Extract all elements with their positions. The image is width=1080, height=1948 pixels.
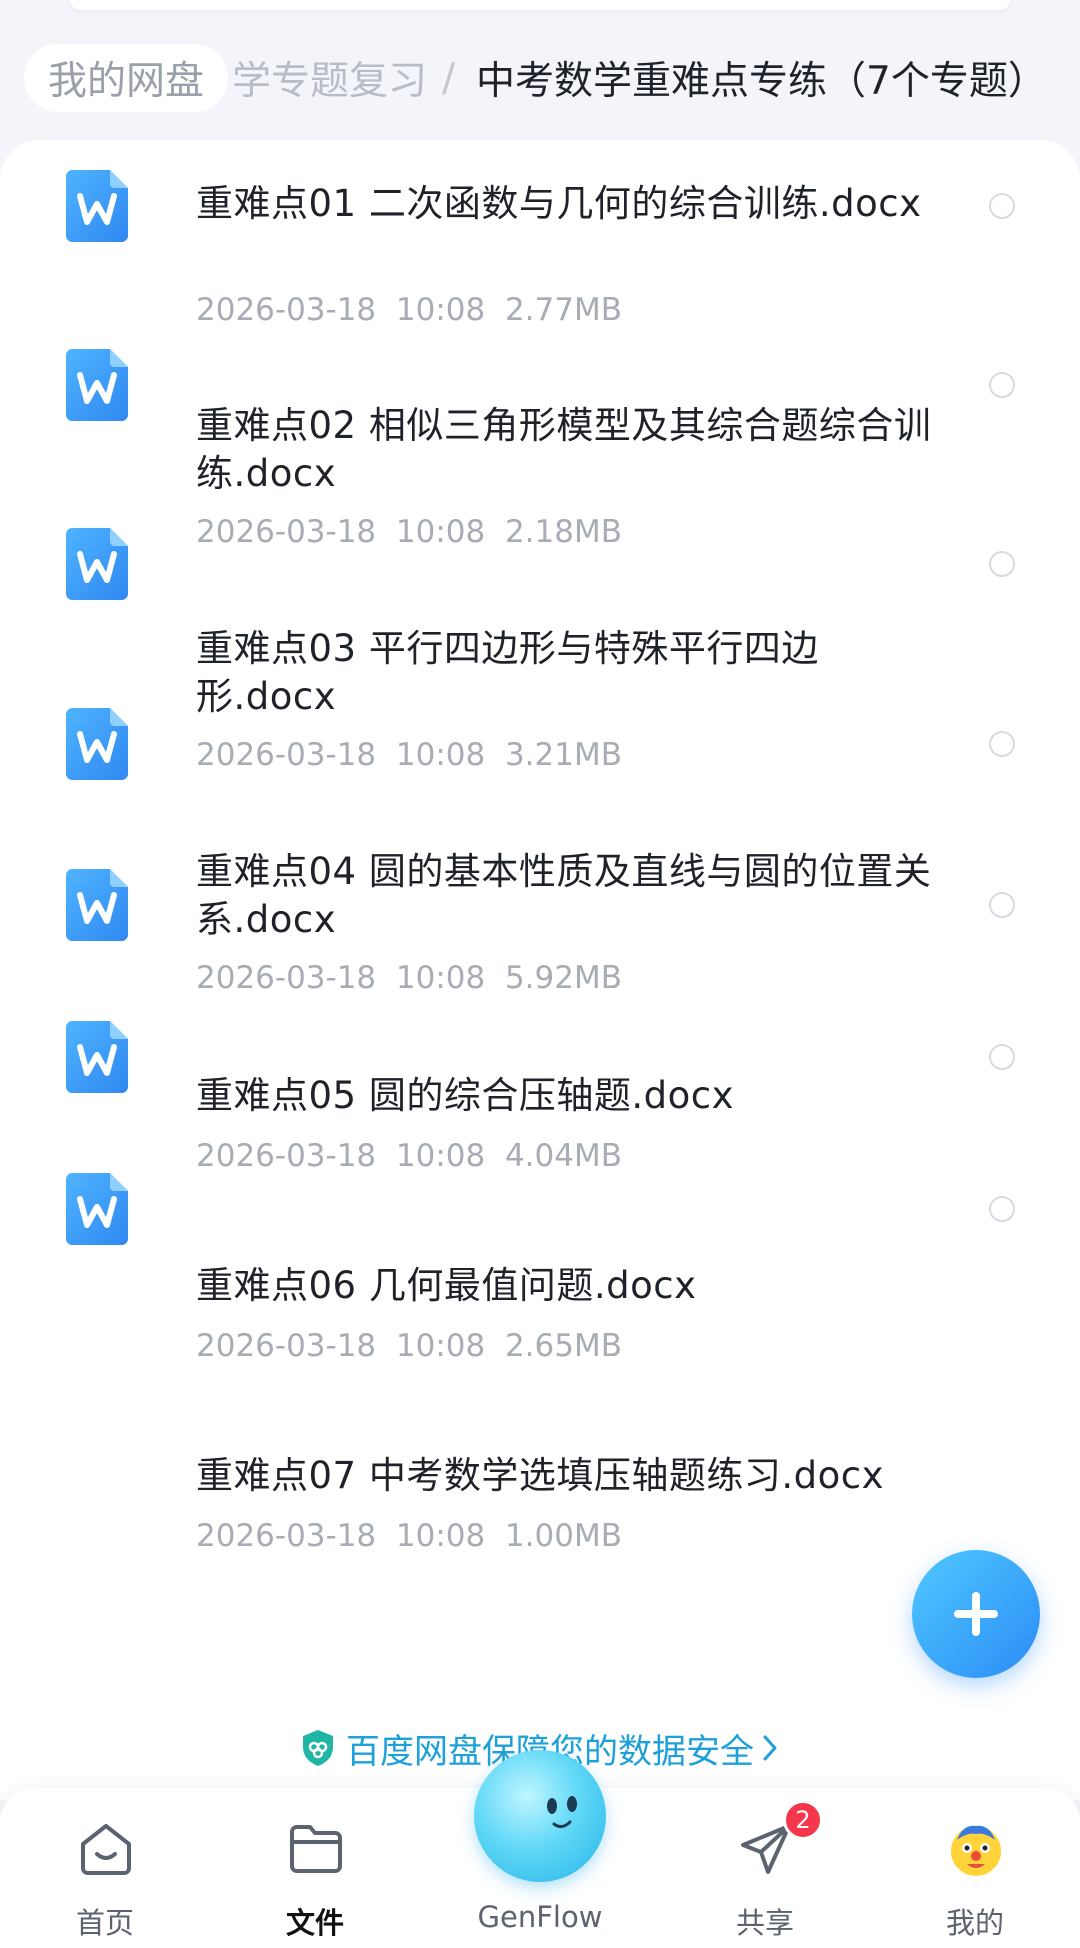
file-name: 重难点07 中考数学选填压轴题练习.docx bbox=[196, 1454, 884, 1497]
shield-icon bbox=[303, 1730, 333, 1766]
file-time: 10:08 bbox=[395, 960, 486, 996]
word-docx-icon bbox=[66, 528, 128, 600]
file-time: 10:08 bbox=[395, 1138, 486, 1174]
genflow-orb-icon[interactable] bbox=[474, 1750, 606, 1882]
file-name: 重难点02 相似三角形模型及其综合题综合训练.docx bbox=[196, 404, 932, 495]
file-date: 2026-03-18 bbox=[196, 1328, 377, 1364]
file-meta: 2026-03-18 10:08 5.92MB bbox=[196, 960, 622, 996]
file-time: 10:08 bbox=[395, 1518, 486, 1554]
tab-files[interactable]: 文件 bbox=[240, 1788, 390, 1948]
tab-mine[interactable]: 我的 bbox=[900, 1788, 1050, 1948]
file-size: 4.04MB bbox=[504, 1138, 622, 1174]
file-size: 2.18MB bbox=[504, 514, 622, 550]
breadcrumb-root[interactable]: 我的网盘 bbox=[24, 44, 229, 112]
file-meta: 2026-03-18 10:08 1.00MB bbox=[196, 1518, 622, 1554]
file-date: 2026-03-18 bbox=[196, 737, 377, 773]
folder-icon bbox=[290, 1825, 342, 1873]
file-date: 2026-03-18 bbox=[196, 1138, 377, 1174]
select-checkbox[interactable] bbox=[989, 193, 1015, 219]
word-docx-icon bbox=[66, 869, 128, 941]
select-checkbox[interactable] bbox=[989, 1196, 1015, 1222]
breadcrumb: 学专题复习 我的网盘 / 中考数学重难点专练（7个专题） bbox=[0, 44, 1080, 112]
file-name: 重难点04 圆的基本性质及直线与圆的位置关系.docx bbox=[196, 850, 932, 941]
tab-files-label: 文件 bbox=[285, 1906, 344, 1940]
word-docx-icon bbox=[66, 170, 128, 242]
share-badge: 2 bbox=[783, 1800, 823, 1840]
top-sliver bbox=[70, 0, 1010, 10]
select-checkbox[interactable] bbox=[989, 551, 1015, 577]
file-date: 2026-03-18 bbox=[196, 514, 377, 550]
add-button[interactable] bbox=[912, 1550, 1040, 1678]
tab-genflow-label: GenFlow bbox=[477, 1900, 603, 1934]
select-checkbox[interactable] bbox=[989, 892, 1015, 918]
file-size: 1.00MB bbox=[504, 1518, 622, 1554]
select-checkbox[interactable] bbox=[989, 372, 1015, 398]
file-meta: 2026-03-18 10:08 3.21MB bbox=[196, 737, 622, 773]
file-name: 重难点06 几何最值问题.docx bbox=[196, 1264, 697, 1307]
file-date: 2026-03-18 bbox=[196, 1518, 377, 1554]
file-name: 重难点03 平行四边形与特殊平行四边形.docx bbox=[196, 627, 819, 718]
word-docx-icon bbox=[66, 708, 128, 780]
file-time: 10:08 bbox=[395, 514, 486, 550]
breadcrumb-current-folder: 中考数学重难点专练（7个专题） bbox=[476, 59, 1047, 104]
file-time: 10:08 bbox=[395, 737, 486, 773]
file-meta: 2026-03-18 10:08 4.04MB bbox=[196, 1138, 622, 1174]
word-docx-icon bbox=[66, 1021, 128, 1093]
tab-mine-label: 我的 bbox=[945, 1906, 1004, 1940]
plus-icon bbox=[954, 1592, 998, 1636]
word-docx-icon bbox=[66, 1173, 128, 1245]
chevron-right-icon bbox=[763, 1735, 777, 1761]
file-name: 重难点01 二次函数与几何的综合训练.docx bbox=[196, 182, 922, 225]
tab-home-label: 首页 bbox=[75, 1906, 134, 1940]
file-date: 2026-03-18 bbox=[196, 960, 377, 996]
file-meta: 2026-03-18 10:08 2.65MB bbox=[196, 1328, 622, 1364]
breadcrumb-separator: / bbox=[442, 55, 456, 101]
file-size: 3.21MB bbox=[504, 737, 622, 773]
file-meta: 2026-03-18 10:08 2.77MB bbox=[196, 292, 622, 328]
tab-home[interactable]: 首页 bbox=[30, 1788, 180, 1948]
file-time: 10:08 bbox=[395, 292, 486, 328]
home-icon bbox=[81, 1824, 131, 1875]
breadcrumb-parent[interactable]: 学专题复习 bbox=[232, 44, 427, 112]
tab-share-label: 共享 bbox=[735, 1906, 794, 1940]
file-size: 5.92MB bbox=[504, 960, 622, 996]
file-meta: 2026-03-18 10:08 2.18MB bbox=[196, 514, 622, 550]
select-checkbox[interactable] bbox=[989, 731, 1015, 757]
file-time: 10:08 bbox=[395, 1328, 486, 1364]
select-checkbox[interactable] bbox=[989, 1044, 1015, 1070]
file-size: 2.65MB bbox=[504, 1328, 622, 1364]
file-name: 重难点05 圆的综合压轴题.docx bbox=[196, 1074, 734, 1117]
avatar-icon bbox=[951, 1825, 1001, 1876]
word-docx-icon bbox=[66, 349, 128, 421]
file-size: 2.77MB bbox=[504, 292, 622, 328]
genflow-face bbox=[547, 1796, 577, 1829]
file-date: 2026-03-18 bbox=[196, 292, 377, 328]
